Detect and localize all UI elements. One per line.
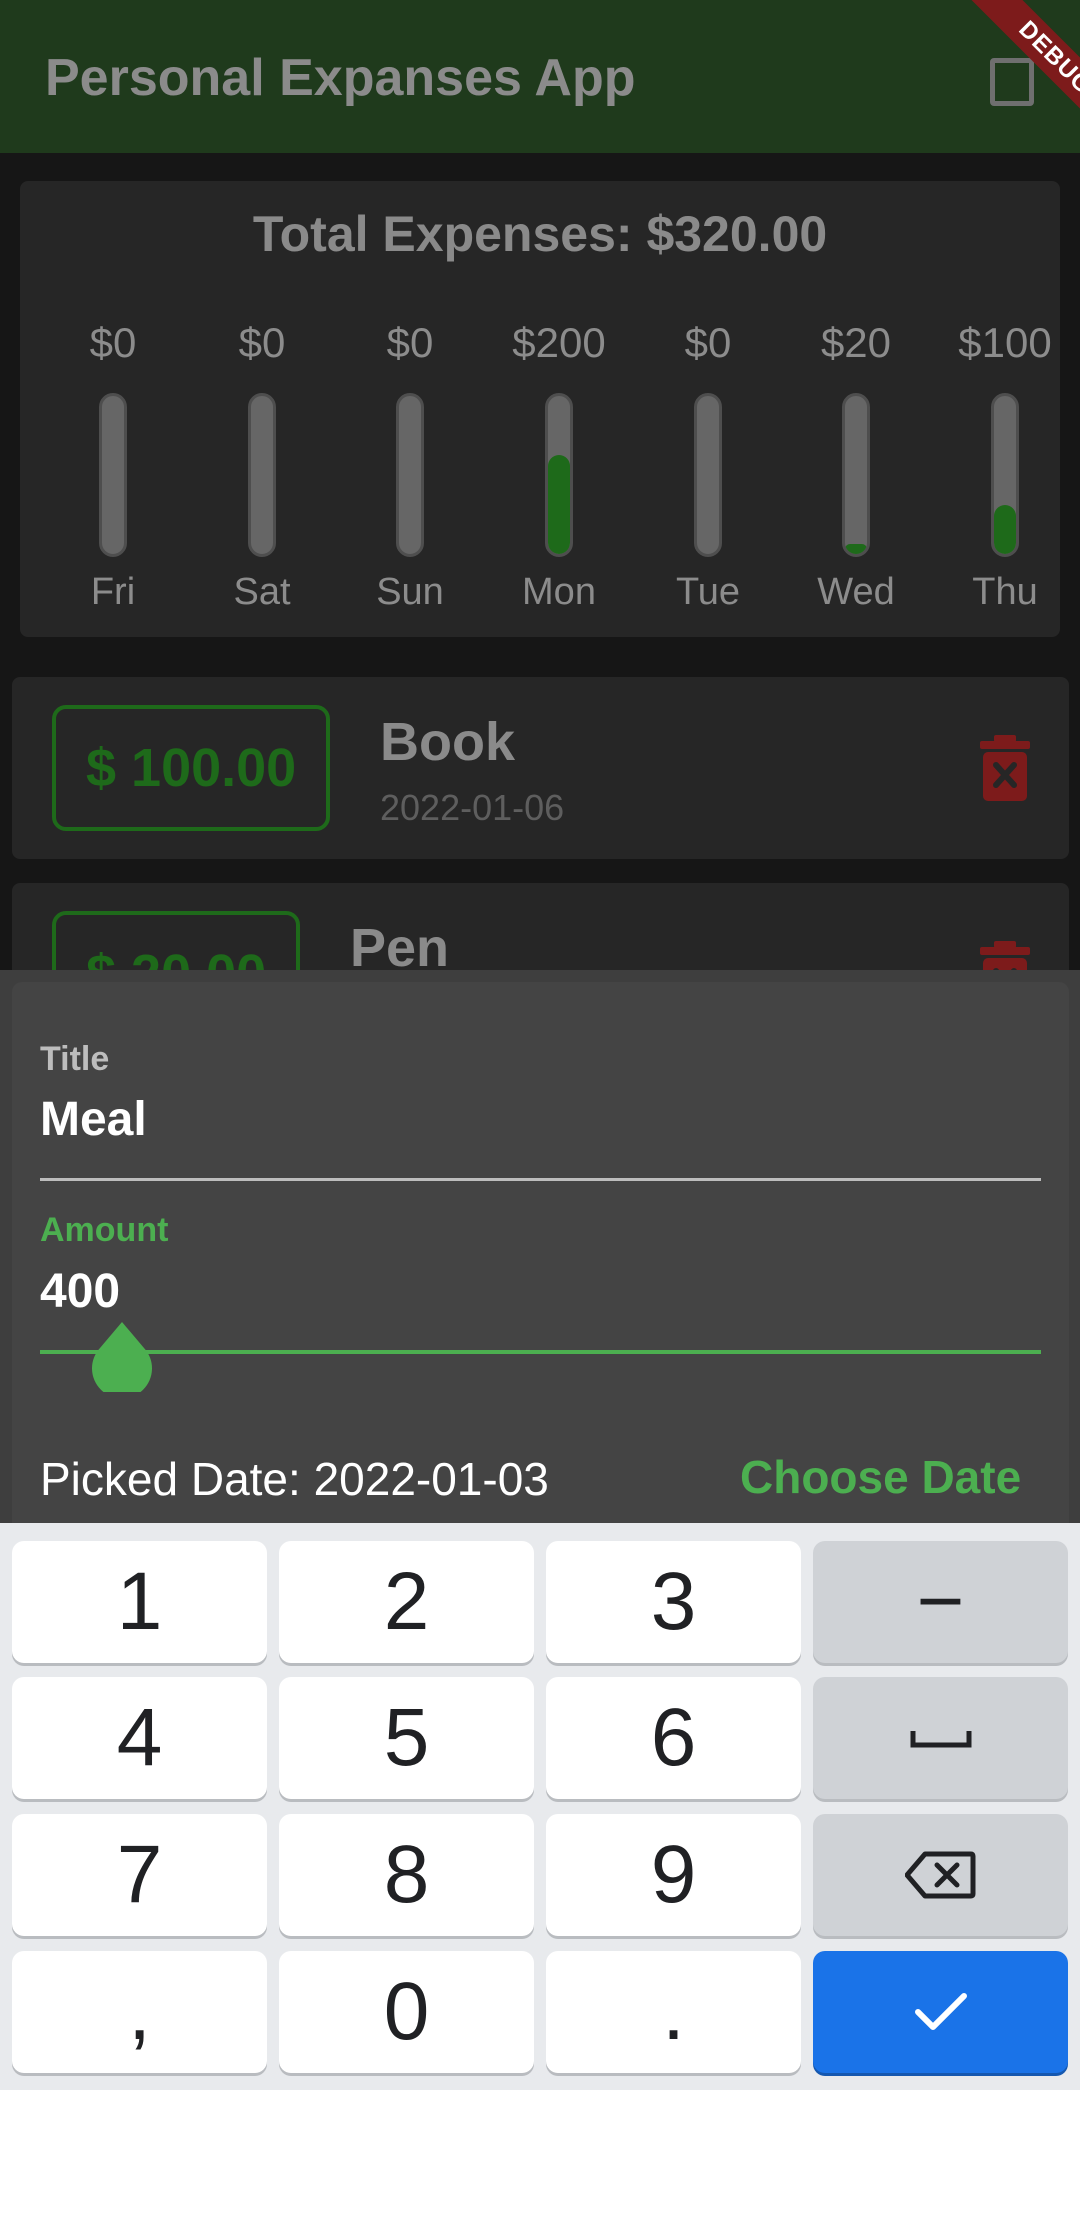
app-bar: Personal Expanses App DEBUG — [0, 0, 1080, 153]
add-notes-icon[interactable] — [990, 58, 1034, 106]
chart-bar-sun: $0 Sun — [345, 319, 475, 619]
title-field-label: Title — [40, 1040, 110, 1078]
bar-amount: $0 — [89, 319, 137, 366]
bar-track — [396, 393, 424, 557]
bar-track — [545, 393, 573, 557]
transaction-amount: $ 100.00 — [86, 738, 297, 798]
key-5[interactable]: 5 — [279, 1677, 534, 1799]
amount-input[interactable] — [40, 1264, 1000, 1319]
transaction-amount-box: $ 100.00 — [52, 705, 331, 831]
key-minus[interactable]: − — [813, 1541, 1068, 1663]
key-2[interactable]: 2 — [279, 1541, 534, 1663]
key-8[interactable]: 8 — [279, 1814, 534, 1936]
bar-track — [842, 393, 870, 557]
bar-fill — [845, 544, 867, 554]
choose-date-button[interactable]: Choose Date — [740, 1450, 1021, 1504]
backspace-icon — [904, 1851, 975, 1899]
check-icon — [914, 1993, 967, 2030]
bar-amount: $20 — [820, 319, 892, 366]
bar-amount: $0 — [684, 319, 732, 366]
bar-fill — [548, 455, 570, 554]
weekly-chart-card: Total Expenses: $320.00 $0 Fri $0 Sat $0… — [20, 181, 1060, 637]
bar-day: Tue — [675, 571, 741, 613]
space-bar-icon — [910, 1731, 971, 1748]
app-screen: { "app": { "title": "Personal Expanses A… — [0, 0, 1080, 2220]
key-3[interactable]: 3 — [546, 1541, 801, 1663]
transaction-item-book: $ 100.00 Book 2022-01-06 — [12, 677, 1069, 859]
key-space[interactable] — [813, 1677, 1068, 1799]
bar-day: Fri — [90, 571, 136, 613]
bar-amount: $200 — [512, 319, 606, 366]
key-4[interactable]: 4 — [12, 1677, 267, 1799]
amount-field-underline — [40, 1350, 1041, 1354]
numeric-keyboard: 1 2 3 − 4 5 6 7 8 9 , 0 . — [0, 1523, 1080, 2090]
bar-day: Wed — [817, 571, 895, 613]
bar-day: Sat — [233, 571, 291, 613]
key-0[interactable]: 0 — [279, 1951, 534, 2073]
key-period[interactable]: . — [546, 1951, 801, 2073]
chart-bar-thu: $100 Thu — [940, 319, 1070, 619]
chart-bar-sat: $0 Sat — [197, 319, 327, 619]
app-title: Personal Expanses App — [45, 49, 636, 107]
chart-bar-fri: $0 Fri — [48, 319, 178, 619]
chart-bar-tue: $0 Tue — [643, 319, 773, 619]
key-1[interactable]: 1 — [12, 1541, 267, 1663]
title-field-underline — [40, 1178, 1041, 1181]
bar-track — [248, 393, 276, 557]
text-cursor-handle-icon[interactable] — [92, 1322, 152, 1392]
bar-track — [991, 393, 1019, 557]
navigation-bar-area — [0, 2090, 1080, 2220]
key-backspace[interactable] — [813, 1814, 1068, 1936]
bar-amount: $100 — [958, 319, 1052, 366]
bar-fill — [994, 504, 1016, 554]
bar-day: Thu — [972, 571, 1038, 613]
delete-trash-icon[interactable] — [980, 735, 1030, 801]
bar-amount: $0 — [386, 319, 434, 366]
key-9[interactable]: 9 — [546, 1814, 801, 1936]
title-input[interactable] — [40, 1092, 1000, 1147]
key-6[interactable]: 6 — [546, 1677, 801, 1799]
key-7[interactable]: 7 — [12, 1814, 267, 1936]
total-expenses-title: Total Expenses: $320.00 — [252, 206, 828, 262]
transaction-date: 2022-01-06 — [380, 787, 565, 828]
bar-track — [99, 393, 127, 557]
bar-day: Sun — [376, 571, 444, 613]
chart-bar-wed: $20 Wed — [791, 319, 921, 619]
amount-field-label: Amount — [40, 1211, 169, 1249]
bar-amount: $0 — [238, 319, 286, 366]
bar-track — [694, 393, 722, 557]
key-done[interactable] — [813, 1951, 1068, 2073]
chart-bar-mon: $200 Mon — [494, 319, 624, 619]
key-comma[interactable]: , — [12, 1951, 267, 2073]
picked-date-text: Picked Date: 2022-01-03 — [40, 1453, 549, 1505]
transaction-title: Book — [380, 712, 515, 772]
bar-day: Mon — [522, 571, 596, 613]
